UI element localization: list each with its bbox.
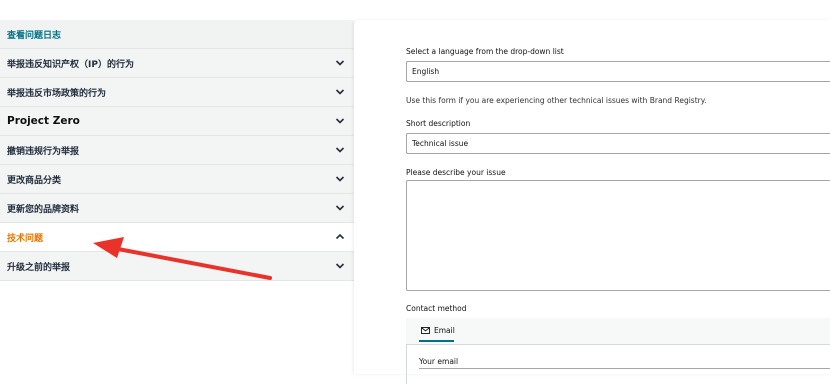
sidebar-item-label: 更新您的品牌资料: [7, 204, 80, 215]
sidebar-item-label: Project Zero: [7, 115, 80, 127]
sidebar-item-label: 举报违反市场政策的行为: [7, 88, 107, 99]
sidebar-item-report-policy-violation[interactable]: 举报违反市场政策的行为: [0, 78, 354, 107]
sidebar-item-technical-issue[interactable]: 技术问题: [0, 223, 354, 252]
tab-email[interactable]: Email: [421, 326, 455, 335]
sidebar-item-withdraw-report[interactable]: 撤销违规行为举报: [0, 136, 354, 165]
mail-icon: [421, 327, 430, 334]
sidebar: 查看问题日志 举报违反知识产权（IP）的行为 举报违反市场政策的行为 Proje…: [0, 20, 354, 281]
chevron-down-icon[interactable]: [335, 174, 345, 184]
sidebar-item-label: 查看问题日志: [7, 30, 62, 41]
email-section: Your email: [406, 344, 830, 384]
sidebar-item-label: 升级之前的举报: [7, 262, 71, 273]
describe-issue-label: Please describe your issue: [406, 168, 506, 177]
sidebar-item-label: 举报违反知识产权（IP）的行为: [7, 59, 134, 70]
sidebar-item-label: 撤销违规行为举报: [7, 146, 80, 157]
email-input[interactable]: [419, 368, 830, 369]
chevron-up-icon[interactable]: [335, 232, 345, 242]
sidebar-item-report-ip-violation[interactable]: 举报违反知识产权（IP）的行为: [0, 49, 354, 78]
contact-method-label: Contact method: [406, 304, 467, 313]
contact-method-tabs: Email: [406, 318, 830, 345]
language-label: Select a language from the drop-down lis…: [406, 47, 564, 56]
chevron-down-icon[interactable]: [335, 145, 345, 155]
chevron-down-icon[interactable]: [335, 116, 345, 126]
sidebar-item-project-zero[interactable]: Project Zero: [0, 107, 354, 136]
your-email-label: Your email: [419, 357, 459, 366]
tab-email-label: Email: [434, 326, 455, 335]
sidebar-item-change-category[interactable]: 更改商品分类: [0, 165, 354, 194]
language-select[interactable]: English: [406, 61, 830, 82]
chevron-down-icon[interactable]: [335, 203, 345, 213]
active-tab-indicator: [419, 340, 454, 342]
sidebar-item-escalate-report[interactable]: 升级之前的举报: [0, 252, 354, 281]
info-text: Use this form if you are experiencing ot…: [406, 96, 707, 105]
short-description-label: Short description: [406, 119, 471, 128]
short-description-input[interactable]: Technical issue: [406, 133, 830, 154]
sidebar-item-label: 技术问题: [7, 233, 44, 244]
chevron-down-icon[interactable]: [335, 261, 345, 271]
chevron-down-icon[interactable]: [335, 58, 345, 68]
describe-issue-textarea[interactable]: [406, 180, 830, 291]
sidebar-item-view-case-log[interactable]: 查看问题日志: [0, 20, 354, 49]
sidebar-item-update-brand-profile[interactable]: 更新您的品牌资料: [0, 194, 354, 223]
sidebar-item-label: 更改商品分类: [7, 175, 62, 186]
chevron-down-icon[interactable]: [335, 87, 345, 97]
technical-issue-form-panel: Select a language from the drop-down lis…: [354, 20, 830, 384]
